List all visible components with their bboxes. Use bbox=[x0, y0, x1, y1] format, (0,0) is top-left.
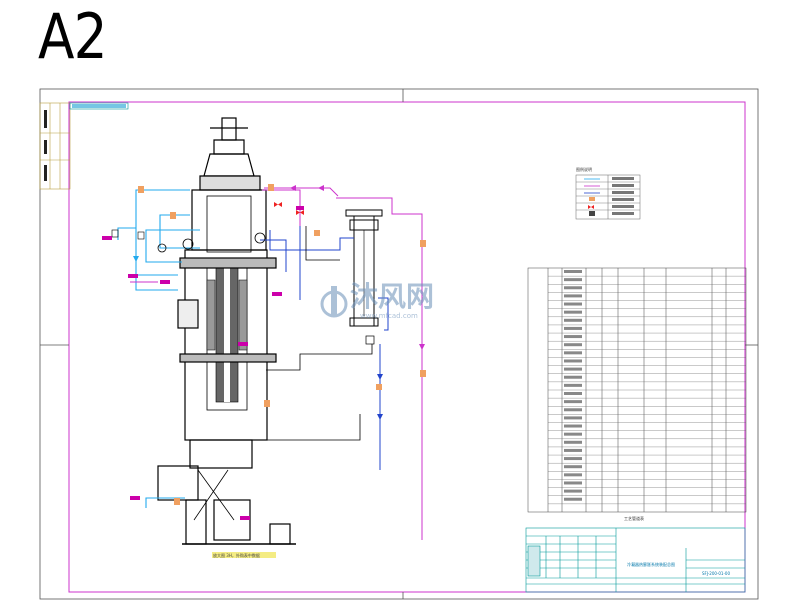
cyan-pipe-lines bbox=[117, 189, 200, 508]
drawing-note: 放大图 3H，外购表中数据 bbox=[212, 552, 276, 558]
engineering-drawing: 图例说明 放大图 3H，外购表中数据 工艺管道表 冷凝器热膨胀系统装配总图 SF… bbox=[39, 88, 759, 600]
pipe-table-cell-mark bbox=[564, 489, 582, 493]
watermark-text: 沐风网 bbox=[350, 280, 434, 313]
drawing-number-tag bbox=[69, 102, 129, 110]
pipe-table-cell-mark bbox=[564, 286, 582, 290]
pipe-table-cell-mark bbox=[564, 440, 582, 444]
pipe-table-cell-mark bbox=[564, 473, 582, 477]
sheet-frame bbox=[39, 88, 759, 600]
pipe-table-cell-mark bbox=[564, 310, 582, 314]
blue-pipe-lines bbox=[260, 226, 389, 470]
title-block-project: 冷凝器热膨胀系统装配总图 bbox=[627, 561, 675, 567]
valve-symbols bbox=[111, 184, 426, 505]
pipe-table-caption: 工艺管道表 bbox=[624, 515, 644, 521]
watermark-url: www.mfcad.com bbox=[360, 312, 418, 320]
legend-title: 图例说明 bbox=[576, 166, 592, 172]
pipe-table-cell-mark bbox=[564, 408, 582, 412]
pipe-table-cell-mark bbox=[564, 367, 582, 371]
pipe-table-cell-mark bbox=[564, 416, 582, 420]
pipe-table-cell-mark bbox=[564, 383, 582, 387]
pipe-table-cell-mark bbox=[564, 432, 582, 436]
pipe-table-cell-mark bbox=[564, 278, 582, 282]
pipe-table-cell-mark bbox=[564, 392, 582, 395]
pipe-table-cell-mark bbox=[564, 448, 582, 452]
tag-markers bbox=[102, 206, 304, 520]
vessel-assembly bbox=[157, 117, 296, 545]
watermark: 沐风网 www.mfcad.com bbox=[320, 280, 434, 320]
pipe-table-cell-mark bbox=[564, 481, 582, 485]
legend-box: 图例说明 bbox=[575, 166, 641, 220]
pipe-table-cell-mark bbox=[564, 375, 582, 379]
pipe-table-rows bbox=[548, 270, 746, 505]
pipe-table-cell-mark bbox=[564, 400, 582, 404]
pipe-table-cell-mark bbox=[564, 497, 582, 501]
pipe-table-cell-mark bbox=[564, 294, 582, 298]
pipe-table-cell-mark bbox=[564, 343, 582, 347]
pipe-table-cell-mark bbox=[564, 359, 582, 363]
title-block bbox=[525, 527, 746, 593]
pipe-table-cell-mark bbox=[564, 351, 582, 355]
pipe-table-cell-mark bbox=[564, 326, 582, 330]
pipe-table-cell-mark bbox=[564, 270, 582, 273]
title-block-drawing-no: SFJ-200-01-00 bbox=[702, 571, 730, 576]
drawing-note-text: 放大图 3H，外购表中数据 bbox=[213, 552, 260, 558]
pipe-table-cell-mark bbox=[564, 302, 582, 306]
mfcad-logo-icon bbox=[320, 286, 348, 318]
pipe-table-cell-mark bbox=[564, 465, 582, 469]
pipe-table-cell-mark bbox=[564, 424, 582, 428]
pipe-table-cell-mark bbox=[564, 335, 582, 339]
pipe-table-cell-mark bbox=[564, 318, 582, 322]
pipe-table-cell-mark bbox=[564, 457, 582, 461]
magenta-pipe-lines bbox=[130, 187, 423, 540]
side-strip bbox=[39, 102, 71, 190]
